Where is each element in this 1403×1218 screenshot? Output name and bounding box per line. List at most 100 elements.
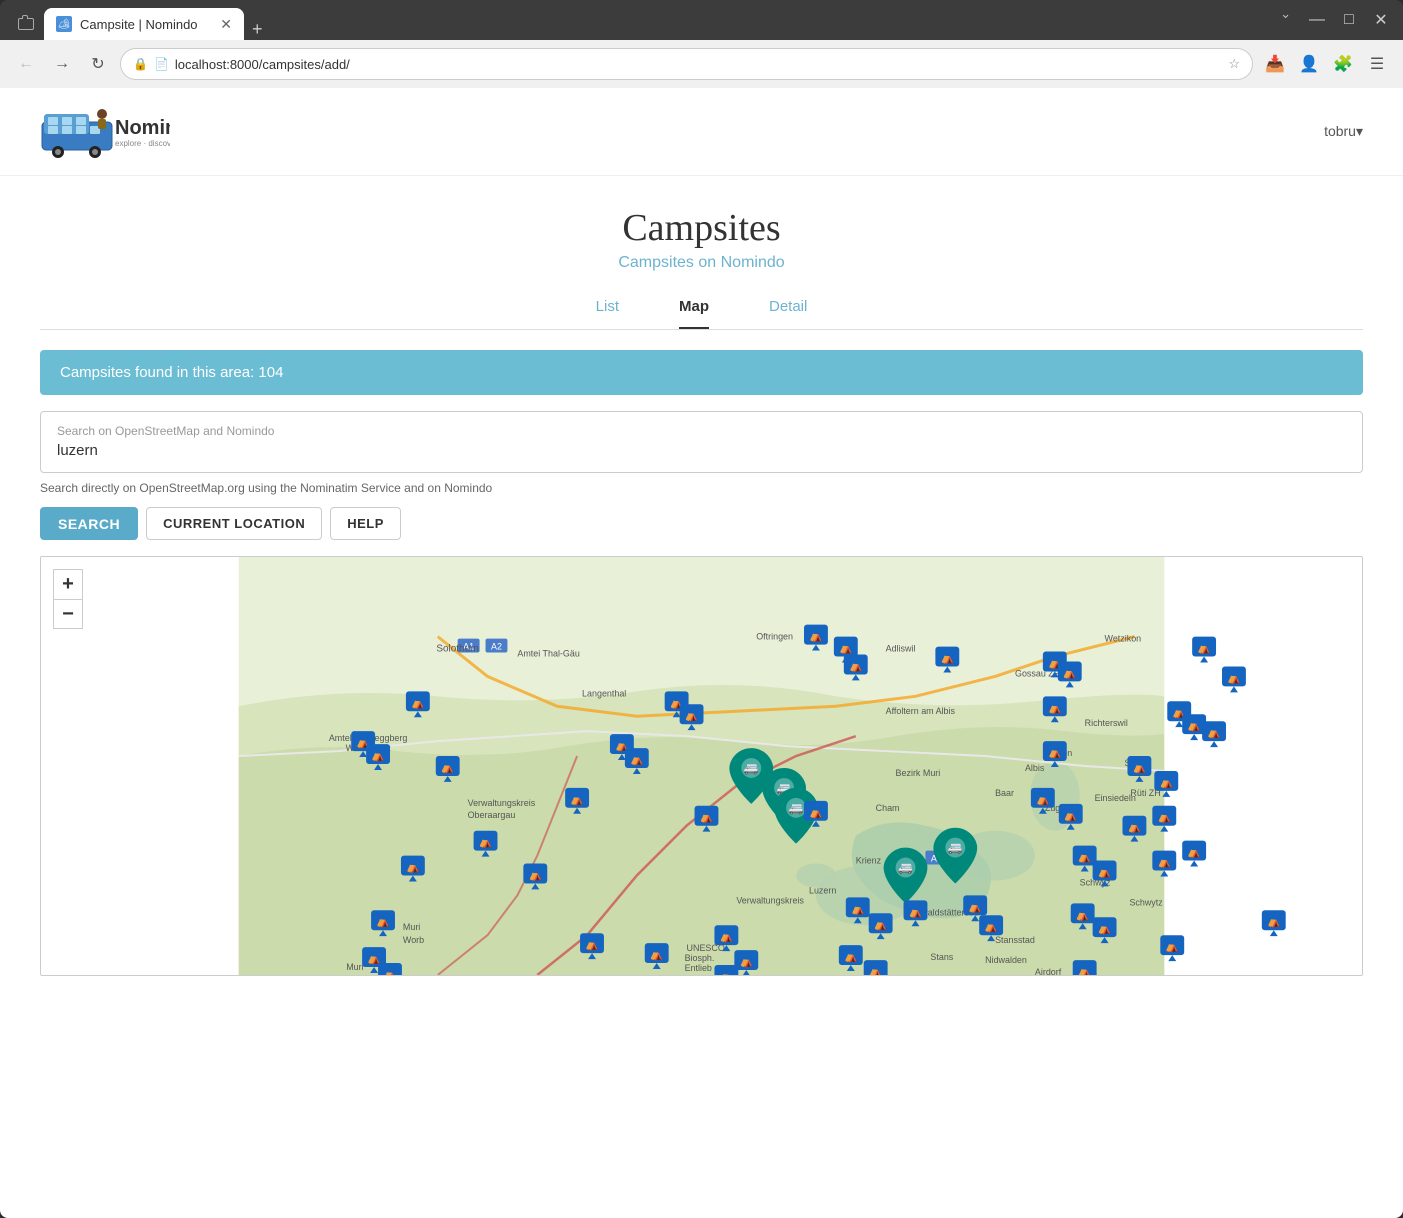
user-menu[interactable]: tobru▾: [1324, 123, 1363, 140]
zoom-in-button[interactable]: +: [53, 569, 83, 599]
pocket-icon[interactable]: 📥: [1261, 50, 1289, 78]
menu-icon[interactable]: ☰: [1363, 50, 1391, 78]
svg-text:⛺: ⛺: [479, 837, 493, 849]
svg-text:Langenthal: Langenthal: [582, 688, 626, 698]
svg-text:Luzern: Luzern: [809, 885, 836, 895]
svg-text:Biosph.: Biosph.: [685, 953, 715, 963]
tab-detail[interactable]: Detail: [769, 298, 807, 329]
svg-text:⛺: ⛺: [1098, 866, 1112, 878]
svg-text:⛺: ⛺: [1063, 667, 1077, 679]
svg-text:Affoltern am Albis: Affoltern am Albis: [886, 706, 956, 716]
extensions-icon[interactable]: 🧩: [1329, 50, 1357, 78]
svg-text:⛺: ⛺: [1187, 847, 1201, 859]
svg-text:⛺: ⛺: [968, 901, 982, 913]
minimize-button[interactable]: —: [1303, 6, 1331, 34]
svg-text:Krienz: Krienz: [856, 856, 882, 866]
svg-text:⛺: ⛺: [1048, 747, 1062, 759]
logo-area: Nomindo explore · discover · experience: [40, 104, 170, 159]
search-button[interactable]: SEARCH: [40, 507, 138, 540]
svg-text:⛺: ⛺: [570, 794, 584, 806]
search-box: Search on OpenStreetMap and Nomindo: [40, 411, 1363, 473]
svg-text:Oftringen: Oftringen: [756, 632, 793, 642]
svg-text:Amtei Thal-Gäu: Amtei Thal-Gäu: [517, 649, 579, 659]
logo-svg: Nomindo explore · discover · experience: [40, 104, 170, 159]
browser-window: 🏕 Campsite | Nomindo ✕ + ⌄ — □ ✕ ← → ↻ 🔒…: [0, 0, 1403, 1218]
svg-text:⛺: ⛺: [984, 921, 998, 933]
page-content: Nomindo explore · discover · experience …: [0, 88, 1403, 1218]
svg-text:⛺: ⛺: [1227, 672, 1241, 684]
tab-favicon: 🏕: [56, 16, 72, 32]
close-button[interactable]: ✕: [1367, 6, 1395, 34]
bookmark-icon[interactable]: ☆: [1228, 56, 1240, 72]
search-label: Search on OpenStreetMap and Nomindo: [57, 424, 1346, 438]
svg-text:Verwaltungskreis: Verwaltungskreis: [468, 798, 536, 808]
active-tab[interactable]: 🏕 Campsite | Nomindo ✕: [44, 8, 244, 40]
back-button[interactable]: ←: [12, 50, 40, 78]
new-tab-button[interactable]: +: [244, 19, 271, 40]
svg-text:⛺: ⛺: [1133, 762, 1147, 774]
svg-text:⛺: ⛺: [1187, 720, 1201, 732]
alert-text: Campsites found in this area: 104: [60, 364, 283, 381]
tab-list[interactable]: List: [596, 298, 619, 329]
map-container[interactable]: A1 A2 A2 Solothurn Amtel Bucheggberg Was…: [40, 556, 1363, 976]
search-help-text: Search directly on OpenStreetMap.org usi…: [40, 481, 1363, 495]
help-button[interactable]: HELP: [330, 507, 401, 540]
svg-text:Oberaargau: Oberaargau: [468, 810, 516, 820]
profile-icon[interactable]: 👤: [1295, 50, 1323, 78]
svg-text:🚐: 🚐: [789, 801, 804, 815]
svg-text:⛺: ⛺: [809, 807, 823, 819]
svg-text:⛺: ⛺: [844, 951, 858, 963]
site-header: Nomindo explore · discover · experience …: [0, 88, 1403, 176]
svg-text:⛺: ⛺: [720, 971, 734, 975]
svg-text:⛺: ⛺: [739, 956, 753, 968]
svg-text:⛺: ⛺: [909, 906, 923, 918]
reload-button[interactable]: ↻: [84, 50, 112, 78]
svg-text:Wetzikon: Wetzikon: [1105, 634, 1142, 644]
zoom-out-button[interactable]: −: [53, 599, 83, 629]
svg-text:⛺: ⛺: [941, 653, 955, 665]
svg-text:Cham: Cham: [876, 803, 900, 813]
svg-text:Baar: Baar: [995, 788, 1014, 798]
tab-close-button[interactable]: ✕: [220, 16, 232, 33]
toolbar-icons: 📥 👤 🧩 ☰: [1261, 50, 1391, 78]
tabs-navigation: List Map Detail: [40, 282, 1363, 330]
svg-text:⛺: ⛺: [411, 697, 425, 709]
svg-text:⛺: ⛺: [383, 969, 397, 975]
svg-text:⛺: ⛺: [441, 762, 455, 774]
svg-text:⛺: ⛺: [1078, 852, 1092, 864]
svg-text:⛺: ⛺: [839, 643, 853, 655]
svg-text:⛺: ⛺: [849, 660, 863, 672]
svg-text:A2: A2: [491, 642, 502, 652]
url-text: localhost:8000/campsites/add/: [175, 57, 1222, 72]
svg-text:⛺: ⛺: [851, 903, 865, 915]
svg-text:⛺: ⛺: [1078, 966, 1092, 975]
svg-text:⛺: ⛺: [1157, 857, 1171, 869]
svg-text:⛺: ⛺: [1128, 822, 1142, 834]
svg-text:Nidwalden: Nidwalden: [985, 955, 1027, 965]
search-input[interactable]: [57, 442, 1346, 459]
svg-text:Adliswil: Adliswil: [886, 644, 916, 654]
forward-button[interactable]: →: [48, 50, 76, 78]
page-title: Campsites: [0, 206, 1403, 250]
svg-text:Muri: Muri: [403, 922, 420, 932]
tab-map[interactable]: Map: [679, 298, 709, 329]
page-main: Campsites Campsites on Nomindo List Map …: [0, 176, 1403, 996]
svg-text:Bezirk Muri: Bezirk Muri: [896, 768, 941, 778]
page-info-icon: 📄: [154, 57, 169, 71]
svg-text:Airdorf: Airdorf: [1035, 967, 1062, 975]
maximize-button[interactable]: □: [1335, 6, 1363, 34]
svg-text:⛺: ⛺: [1098, 923, 1112, 935]
svg-text:Entlieb: Entlieb: [685, 963, 712, 973]
svg-text:Solothurn: Solothurn: [436, 644, 479, 655]
svg-text:Worb: Worb: [403, 935, 424, 945]
svg-text:🚐: 🚐: [744, 761, 759, 775]
svg-text:⛺: ⛺: [685, 710, 699, 722]
address-bar[interactable]: 🔒 📄 localhost:8000/campsites/add/ ☆: [120, 48, 1253, 80]
logo[interactable]: Nomindo explore · discover · experience: [40, 104, 170, 159]
svg-text:⛺: ⛺: [406, 862, 420, 874]
svg-text:⛺: ⛺: [376, 916, 390, 928]
svg-text:Schwytz: Schwytz: [1129, 897, 1163, 907]
browser-titlebar: 🏕 Campsite | Nomindo ✕ + ⌄ — □ ✕: [0, 0, 1403, 40]
current-location-button[interactable]: CURRENT LOCATION: [146, 507, 322, 540]
window-menu-icon[interactable]: ⌄: [1280, 6, 1299, 34]
